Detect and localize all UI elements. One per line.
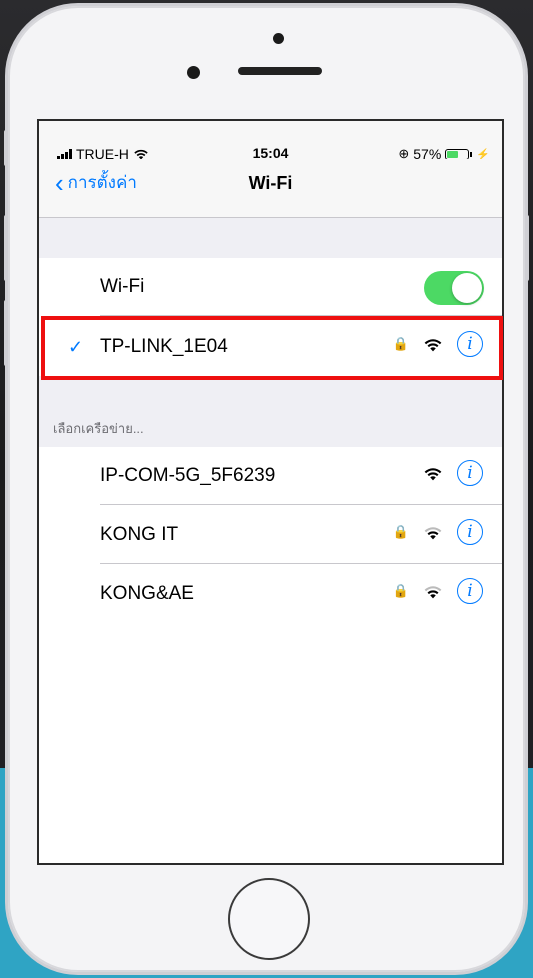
info-icon[interactable]: i <box>457 331 483 357</box>
row-divider <box>100 315 502 316</box>
network-row[interactable]: KONG&AE 🔒 i <box>39 565 502 623</box>
lock-icon: 🔒 <box>392 336 409 351</box>
home-button[interactable] <box>228 878 310 960</box>
wifi-toggle-switch[interactable] <box>424 271 484 305</box>
status-bar: TRUE-H 15:04 ⊕ 57% ⚡ <box>39 121 502 162</box>
info-icon[interactable]: i <box>457 578 483 604</box>
connected-network-row[interactable]: ✓ TP-LINK_1E04 🔒 i <box>39 318 502 376</box>
wifi-toggle-label: Wi-Fi <box>100 276 145 297</box>
network-icons: 🔒 i <box>393 519 483 545</box>
wifi-strength-icon <box>423 525 443 540</box>
network-name: KONG IT <box>100 524 179 545</box>
navigation-bar: ‹ การตั้งค่า Wi-Fi <box>39 159 502 218</box>
network-icons: 🔒 i <box>393 578 483 604</box>
wifi-strength-icon <box>423 337 443 352</box>
wifi-toggle-row: Wi-Fi <box>39 258 502 316</box>
battery-tip <box>470 151 473 157</box>
lock-icon: 🔒 <box>392 583 409 598</box>
info-icon[interactable]: i <box>457 519 483 545</box>
lock-icon: 🔒 <box>392 524 409 539</box>
proximity-sensor <box>273 33 284 44</box>
checkmark-icon: ✓ <box>68 336 84 357</box>
wifi-strength-icon <box>423 466 443 481</box>
battery-icon <box>445 148 470 160</box>
network-name: TP-LINK_1E04 <box>100 336 228 357</box>
group-spacer <box>39 218 502 258</box>
row-divider <box>100 563 502 564</box>
info-icon[interactable]: i <box>457 460 483 486</box>
section-header: เลือกเครือข่าย... <box>53 421 144 436</box>
page-title: Wi-Fi <box>248 173 293 193</box>
network-row[interactable]: KONG IT 🔒 i <box>39 506 502 564</box>
wifi-strength-icon <box>423 584 443 599</box>
earpiece-speaker <box>238 67 322 75</box>
network-name: KONG&AE <box>100 583 194 604</box>
front-camera <box>187 66 200 79</box>
phone-screen: TRUE-H 15:04 ⊕ 57% ⚡ ‹ การตั้งค่า Wi-Fi <box>37 119 504 865</box>
network-icons: 🔒 i <box>393 331 483 357</box>
network-name: IP-COM-5G_5F6239 <box>100 465 276 486</box>
network-row[interactable]: IP-COM-5G_5F6239 i <box>39 447 502 505</box>
network-icons: i <box>423 460 483 486</box>
row-divider <box>100 504 502 505</box>
toggle-knob <box>452 273 482 303</box>
